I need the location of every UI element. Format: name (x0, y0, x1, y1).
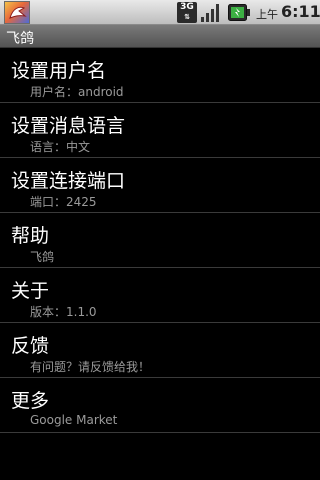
screen: 3G ⇅ 上午 6:11 飞鸽 设置用户名 用户名：android 设置消息语言… (0, 0, 320, 480)
pref-summary: Google Market (30, 413, 118, 427)
pref-summary: 有问题？请反馈给我！ (30, 360, 151, 374)
page-title: 飞鸽 (6, 31, 34, 47)
pref-item-help[interactable]: 帮助 飞鸽 (0, 213, 320, 268)
pref-title: 设置用户名 (11, 60, 107, 82)
pref-summary: 端口：2425 (30, 195, 97, 209)
network-label: 3G (180, 2, 194, 12)
status-bar: 3G ⇅ 上午 6:11 (0, 0, 320, 25)
app-notification-icon (4, 1, 30, 24)
pref-title: 帮助 (11, 225, 50, 247)
pref-title: 设置消息语言 (11, 115, 126, 137)
data-arrows-icon: ⇅ (184, 13, 190, 21)
pref-item-username[interactable]: 设置用户名 用户名：android (0, 48, 320, 103)
pref-item-connection-port[interactable]: 设置连接端口 端口：2425 (0, 158, 320, 213)
clock-time: 6:11 (281, 2, 320, 21)
pref-item-more[interactable]: 更多 Google Market (0, 378, 320, 433)
pref-item-feedback[interactable]: 反馈 有问题？请反馈给我！ (0, 323, 320, 378)
title-bar: 飞鸽 (0, 25, 320, 48)
3g-data-icon: 3G ⇅ (177, 2, 197, 23)
pref-summary: 版本：1.1.0 (30, 305, 97, 319)
time-period: 上午 (256, 8, 278, 21)
battery-icon (228, 4, 250, 21)
pref-summary: 语言：中文 (30, 140, 91, 154)
pref-title: 反馈 (11, 335, 50, 357)
pref-item-about[interactable]: 关于 版本：1.1.0 (0, 268, 320, 323)
pref-title: 设置连接端口 (11, 170, 126, 192)
preference-list: 设置用户名 用户名：android 设置消息语言 语言：中文 设置连接端口 端口… (0, 48, 320, 433)
signal-strength-icon (201, 4, 219, 22)
pref-title: 关于 (11, 280, 50, 302)
pref-summary: 飞鸽 (30, 250, 55, 264)
pref-title: 更多 (11, 390, 50, 412)
pref-item-message-language[interactable]: 设置消息语言 语言：中文 (0, 103, 320, 158)
pref-summary: 用户名：android (30, 85, 124, 99)
